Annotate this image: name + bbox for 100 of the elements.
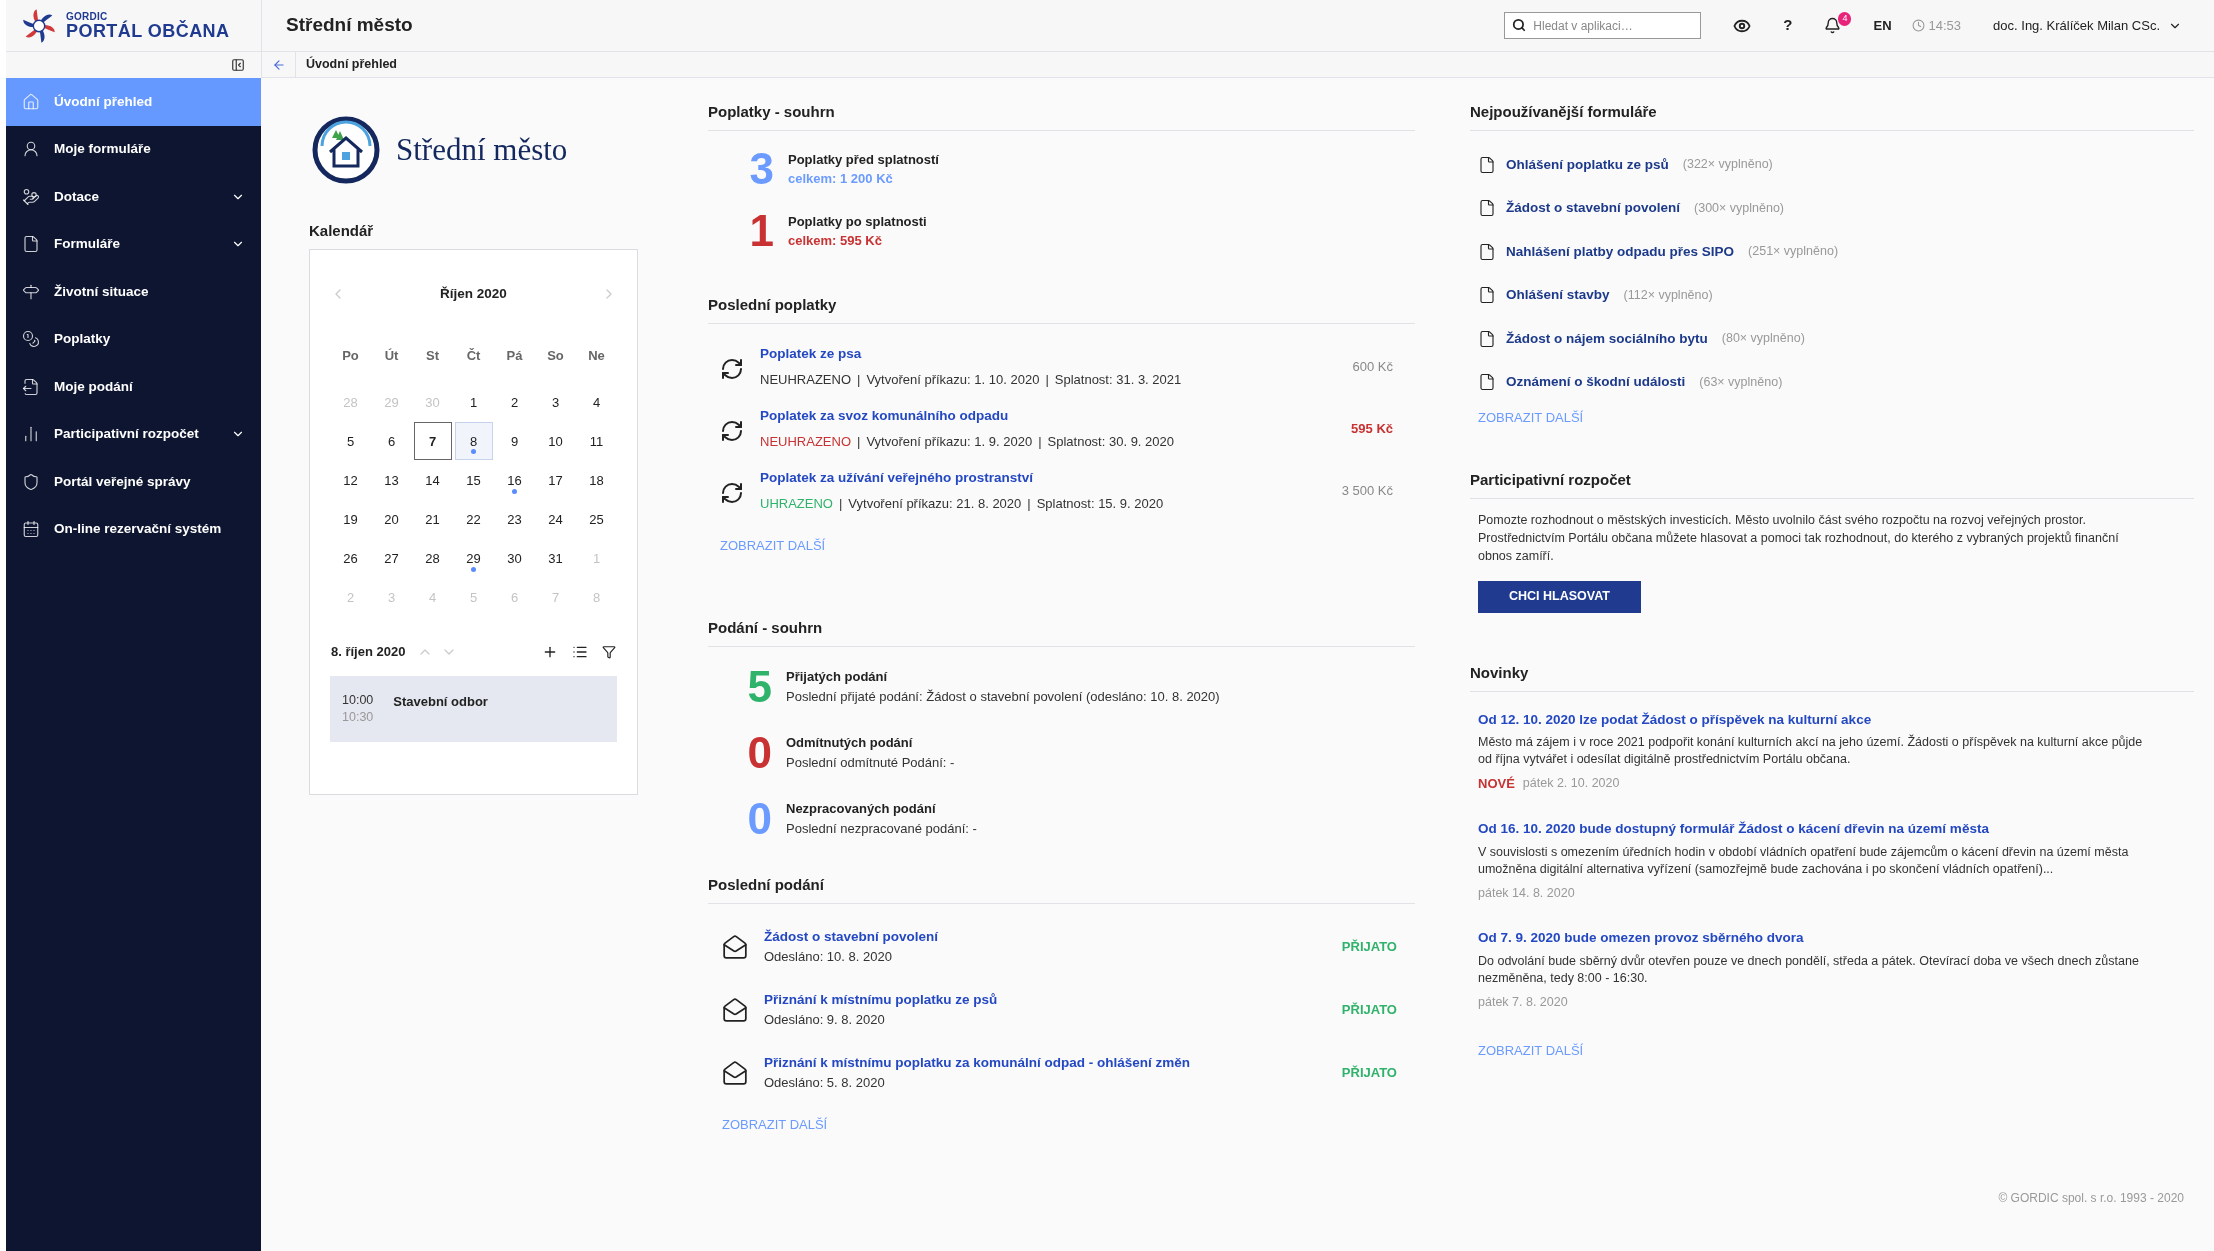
fill-count: (112× vyplněno) bbox=[1623, 286, 1713, 304]
sidebar-item[interactable]: Portál veřejné správy bbox=[6, 458, 261, 506]
calendar-day[interactable]: 25 bbox=[577, 500, 616, 539]
sidebar-item[interactable]: Moje formuláře bbox=[6, 125, 261, 173]
calendar-day[interactable]: 4 bbox=[577, 383, 616, 422]
calendar-day[interactable]: 21 bbox=[413, 500, 452, 539]
calendar-day[interactable]: 20 bbox=[372, 500, 411, 539]
form-link[interactable]: Oznámení o škodní události bbox=[1506, 372, 1686, 393]
news-title-link[interactable]: Od 7. 9. 2020 bude omezen provoz sběrného dvora bbox=[1478, 928, 1804, 949]
form-link[interactable]: Ohlášení poplatku ze psů bbox=[1506, 154, 1669, 175]
sidebar-item[interactable]: On-line rezervační systém bbox=[6, 505, 261, 553]
document-icon bbox=[1478, 155, 1496, 174]
fill-count: (251× vyplněno) bbox=[1748, 243, 1839, 261]
fee-title-link[interactable]: Poplatek za svoz komunálního odpadu bbox=[760, 406, 1009, 427]
filter-icon[interactable] bbox=[602, 645, 616, 659]
form-link[interactable]: Žádost o nájem sociálního bytu bbox=[1506, 328, 1708, 349]
fee-title-link[interactable]: Poplatek za užívání veřejného prostranství bbox=[760, 468, 1034, 489]
calendar-day[interactable]: 1 bbox=[454, 383, 493, 422]
summary-label: Přijatých podání bbox=[786, 668, 889, 686]
calendar-day[interactable]: 6 bbox=[372, 422, 411, 461]
person-icon bbox=[22, 140, 40, 159]
list-icon[interactable] bbox=[572, 644, 588, 660]
currency-cycle-icon bbox=[720, 357, 744, 381]
calendar-day[interactable]: 10 bbox=[536, 422, 575, 461]
submission-title-link[interactable]: Žádost o stavební povolení bbox=[764, 927, 939, 948]
fee-due-date: Splatnost: 31. 3. 2021 bbox=[1054, 371, 1182, 390]
submission-title-link[interactable]: Přiznání k místnímu poplatku za komunální odpad - ohlášení změn bbox=[764, 1053, 1191, 1074]
calendar-day[interactable]: 26 bbox=[331, 539, 370, 578]
calendar-day[interactable]: 16 bbox=[495, 461, 534, 500]
sidebar-item[interactable]: Životní situace bbox=[6, 268, 261, 316]
calendar-day[interactable]: 18 bbox=[577, 461, 616, 500]
separator: | bbox=[838, 495, 843, 514]
form-link[interactable]: Žádost o stavební povolení bbox=[1506, 198, 1681, 219]
summary-label: Nezpracovaných podání bbox=[786, 800, 937, 818]
language-button[interactable]: EN bbox=[1873, 15, 1892, 36]
document-arrow-icon bbox=[22, 377, 40, 396]
clock-icon bbox=[1911, 19, 1925, 32]
news-date: pátek 14. 8. 2020 bbox=[1478, 884, 1575, 902]
search-field[interactable]: Hledat v aplikaci… bbox=[1504, 12, 1702, 39]
sidebar-item[interactable]: Participativní rozpočet bbox=[6, 410, 261, 458]
fee-amount: 3 500 Kč bbox=[1341, 482, 1393, 501]
calendar-day[interactable]: 9 bbox=[495, 422, 534, 461]
calendar-day[interactable]: 3 bbox=[536, 383, 575, 422]
calendar-day[interactable]: 19 bbox=[331, 500, 370, 539]
summary-count: 1 bbox=[748, 209, 775, 253]
submission-status: PŘIJATO bbox=[1341, 938, 1397, 957]
sidebar-label: Dotace bbox=[54, 187, 100, 206]
calendar-day[interactable]: 7 bbox=[413, 422, 452, 461]
separator: | bbox=[1027, 495, 1031, 514]
calendar-day[interactable]: 24 bbox=[536, 500, 575, 539]
calendar-event[interactable]: 10:00 10:30 Stavební odbor bbox=[330, 675, 617, 742]
form-link[interactable]: Ohlášení stavby bbox=[1506, 285, 1610, 306]
collapse-sidebar-icon[interactable] bbox=[231, 58, 245, 72]
sidebar-label: Úvodní přehled bbox=[54, 92, 154, 111]
calendar-day[interactable]: 12 bbox=[331, 461, 370, 500]
calendar-day[interactable]: 30 bbox=[495, 539, 534, 578]
summary-label: Poplatky před splatností bbox=[788, 150, 939, 169]
notifications-bell-icon[interactable] bbox=[1824, 17, 1842, 34]
brand-name: GORDIC bbox=[66, 11, 108, 22]
calendar-day[interactable]: 13 bbox=[372, 461, 411, 500]
news-date: pátek 2. 10. 2020 bbox=[1522, 774, 1620, 792]
calendar-day[interactable]: 17 bbox=[536, 461, 575, 500]
calendar-day[interactable]: 15 bbox=[454, 461, 493, 500]
weekday-label: Ne bbox=[588, 346, 605, 365]
calendar-day[interactable]: 31 bbox=[536, 539, 575, 578]
sidebar-item[interactable]: Dotace bbox=[6, 173, 261, 221]
calendar-day[interactable]: 8 bbox=[454, 422, 493, 461]
news-title-link[interactable]: Od 12. 10. 2020 lze podat Žádost o příspěvek na kulturní akce bbox=[1478, 709, 1872, 730]
form-link[interactable]: Nahlášení platby odpadu přes SIPO bbox=[1506, 241, 1735, 262]
submission-sent-date: Odesláno: 9. 8. 2020 bbox=[764, 1011, 886, 1030]
sidebar-item[interactable]: Poplatky bbox=[6, 315, 261, 363]
fee-amount: 600 Kč bbox=[1352, 358, 1393, 377]
vote-button[interactable]: CHCI HLASOVAT bbox=[1478, 580, 1641, 613]
calendar-day[interactable]: 2 bbox=[495, 383, 534, 422]
breadcrumb: Úvodní přehled bbox=[306, 55, 397, 74]
help-button[interactable]: ? bbox=[1783, 14, 1793, 37]
bar-chart-icon bbox=[22, 425, 40, 444]
section-title: Poslední poplatky bbox=[708, 296, 837, 313]
sidebar-label: Moje podání bbox=[54, 377, 134, 396]
calendar-day[interactable]: 23 bbox=[495, 500, 534, 539]
fee-title-link[interactable]: Poplatek ze psa bbox=[760, 344, 862, 365]
news-title-link[interactable]: Od 16. 10. 2020 bude dostupný formulář Žádost o kácení dřevin na území města bbox=[1478, 819, 1989, 840]
summary-count: 0 bbox=[746, 796, 773, 841]
calendar-day[interactable]: 27 bbox=[372, 539, 411, 578]
sidebar-item[interactable]: Formuláře bbox=[6, 220, 261, 268]
submission-title-link[interactable]: Přiznání k místnímu poplatku ze psů bbox=[764, 990, 998, 1011]
add-icon[interactable] bbox=[542, 644, 558, 660]
open-envelope-icon bbox=[722, 997, 748, 1023]
calendar-day[interactable]: 14 bbox=[413, 461, 452, 500]
calendar-day[interactable]: 11 bbox=[577, 422, 616, 461]
calendar-day[interactable]: 28 bbox=[413, 539, 452, 578]
calendar-day[interactable]: 29 bbox=[454, 539, 493, 578]
calendar-day[interactable]: 22 bbox=[454, 500, 493, 539]
sidebar-item[interactable]: Moje podání bbox=[6, 363, 261, 411]
calendar-day[interactable]: 5 bbox=[331, 422, 370, 461]
weekday-label: Pá bbox=[506, 346, 523, 365]
event-title: Stavební odbor bbox=[393, 692, 488, 711]
user-menu[interactable]: doc. Ing. Králíček Milan CSc. bbox=[1993, 15, 2182, 36]
summary-detail: Poslední přijaté podání: Žádost o stavební povolení (odesláno: 10. 8. 2020) bbox=[786, 687, 1220, 706]
sidebar-label: On-line rezervační systém bbox=[54, 520, 223, 539]
